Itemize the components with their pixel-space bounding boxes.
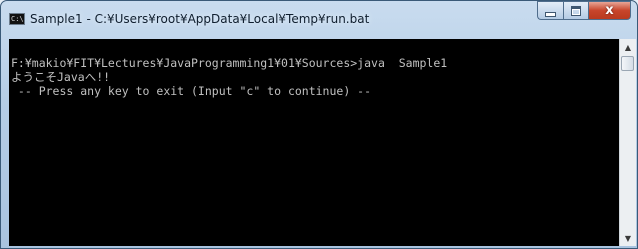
console-line-greeting: ようこそJavaへ!! — [11, 70, 111, 84]
scroll-thumb[interactable] — [621, 56, 634, 71]
scroll-down-arrow-icon[interactable]: ▼ — [620, 230, 636, 246]
console-window-icon[interactable]: C:\ — [9, 13, 25, 25]
console-icon-label: C:\ — [11, 15, 24, 23]
console-window: C:\ Sample1 - C:¥Users¥root¥AppData¥Loca… — [0, 0, 638, 249]
window-title: Sample1 - C:¥Users¥root¥AppData¥Local¥Te… — [30, 12, 370, 26]
minimize-icon — [545, 11, 556, 17]
console-line-command: F:¥makio¥FIT¥Lectures¥JavaProgramming1¥0… — [11, 56, 448, 70]
close-button[interactable]: x — [588, 1, 631, 20]
console-output[interactable]: F:¥makio¥FIT¥Lectures¥JavaProgramming1¥0… — [9, 39, 619, 246]
maximize-button[interactable] — [563, 1, 588, 20]
vertical-scrollbar[interactable]: ▲ ▼ — [619, 39, 636, 246]
close-icon: x — [605, 3, 614, 18]
window-controls: x — [537, 1, 631, 21]
scroll-up-arrow-icon[interactable]: ▲ — [620, 39, 636, 55]
console-line-prompt: -- Press any key to exit (Input "c" to c… — [11, 84, 372, 98]
minimize-button[interactable] — [537, 1, 563, 20]
title-bar[interactable]: C:\ Sample1 - C:¥Users¥root¥AppData¥Loca… — [1, 1, 637, 39]
maximize-icon — [571, 5, 581, 16]
